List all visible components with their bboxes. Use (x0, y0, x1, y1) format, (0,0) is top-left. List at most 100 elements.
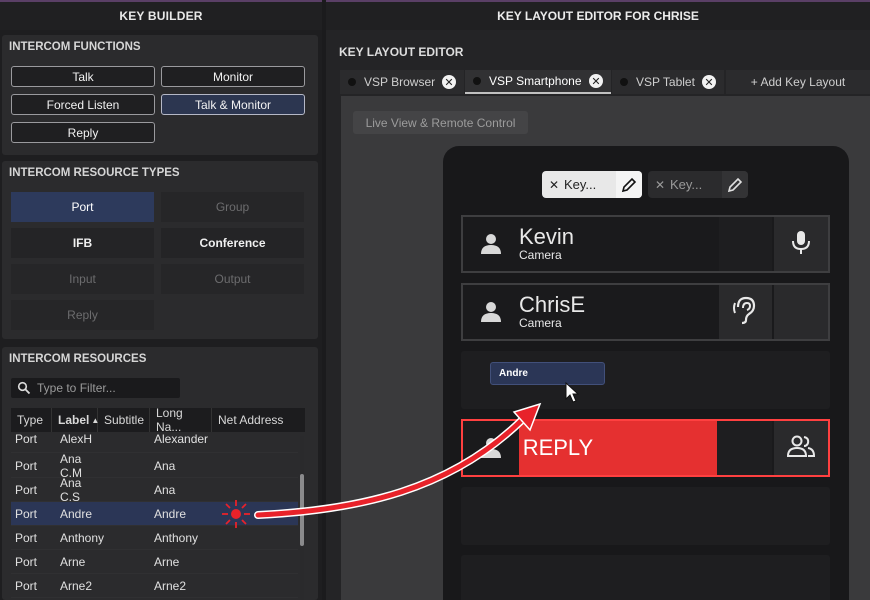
cell-subtitle (104, 502, 150, 525)
key-page-chip-active[interactable]: ✕ Key... (542, 171, 642, 198)
remove-chip-icon[interactable]: ✕ (652, 178, 668, 192)
type-ifb-button[interactable]: IFB (11, 228, 154, 258)
cell-long-name: Andre (154, 506, 187, 521)
cell-type: Port (15, 432, 38, 446)
key-chrise[interactable]: ChrisE Camera (461, 283, 830, 341)
key-builder-title: KEY BUILDER (119, 9, 203, 23)
cell-type: Port (15, 530, 38, 545)
edit-pencil-icon[interactable] (722, 171, 748, 198)
cell-long-name: Anthony (154, 530, 199, 545)
cell-label: AlexH (60, 432, 93, 446)
key-listen-slot[interactable] (716, 285, 773, 339)
monitor-button[interactable]: Monitor (161, 66, 305, 87)
person-icon (463, 301, 519, 323)
group-users-icon (786, 434, 816, 463)
cell-label: Ana C.S (60, 475, 82, 504)
editor-title: KEY LAYOUT EDITOR (339, 45, 464, 59)
cell-type: Port (15, 506, 38, 521)
intercom-functions-title: INTERCOM FUNCTIONS (9, 41, 141, 53)
key-page-chip[interactable]: ✕ Key... (648, 171, 748, 198)
resources-title: INTERCOM RESOURCES (9, 353, 147, 365)
key-subtitle: Camera (519, 316, 562, 330)
tab-status-dot (473, 77, 481, 85)
edit-pencil-icon[interactable] (616, 171, 642, 198)
close-tab-icon[interactable]: ✕ (589, 74, 603, 88)
column-label[interactable]: Label ▲ (52, 408, 99, 432)
dragged-resource-chip[interactable]: Andre (490, 362, 605, 385)
type-port-button[interactable]: Port (11, 192, 154, 222)
tab-label: VSP Browser (364, 75, 436, 89)
type-input-button[interactable]: Input (11, 264, 154, 294)
cell-subtitle (104, 432, 150, 452)
resources-scroll-thumb[interactable] (300, 474, 304, 546)
forced-listen-button[interactable]: Forced Listen (11, 94, 155, 115)
cell-type: Port (15, 482, 38, 497)
column-type[interactable]: Type (11, 408, 52, 432)
resources-table-header: Type Label ▲ Subtitle Long Na... Net Addr… (11, 406, 305, 434)
table-row[interactable]: Port AlexH Alexander (11, 432, 298, 453)
cell-type: Port (15, 554, 38, 569)
cell-subtitle (104, 526, 150, 549)
key-listen-slot[interactable] (716, 217, 773, 271)
cell-subtitle (104, 550, 150, 573)
reply-label: REPLY (522, 435, 594, 460)
cell-subtitle (104, 478, 150, 501)
search-icon (17, 381, 31, 395)
tab-status-dot (348, 78, 356, 86)
cell-long-name: Ana (154, 458, 176, 473)
tab-vsp-smartphone[interactable]: VSP Smartphone ✕ (465, 70, 611, 94)
column-net-address[interactable]: Net Address (212, 408, 305, 432)
table-row-selected[interactable]: Port Andre Andre (11, 502, 298, 526)
filter-placeholder: Type to Filter... (37, 381, 116, 395)
live-view-button[interactable]: Live View & Remote Control (353, 111, 528, 134)
key-kevin[interactable]: Kevin Camera (461, 215, 830, 273)
key-listen-slot[interactable] (716, 421, 773, 475)
column-long-name[interactable]: Long Na... (150, 406, 212, 434)
table-row[interactable]: Port Arne2 Arne2 (11, 574, 298, 598)
empty-key-slot[interactable] (461, 555, 830, 600)
table-row[interactable]: Port Arne Arne (11, 550, 298, 574)
key-builder-header: KEY BUILDER (0, 0, 322, 30)
talk-button[interactable]: Talk (11, 66, 155, 87)
key-talk-slot[interactable] (772, 217, 828, 271)
table-row[interactable]: Port Ana C.M Ana (11, 451, 298, 480)
cell-long-name: Alexander (154, 432, 209, 446)
cell-label: Arne (60, 554, 86, 569)
column-subtitle[interactable]: Subtitle (98, 408, 150, 432)
ear-icon (732, 295, 758, 330)
cell-subtitle (104, 454, 150, 477)
key-subtitle: Camera (519, 248, 562, 262)
cell-label: Andre (60, 506, 93, 521)
chip-label: Key... (564, 177, 597, 192)
type-group-button[interactable]: Group (161, 192, 304, 222)
type-reply-button[interactable]: Reply (11, 300, 154, 330)
type-output-button[interactable]: Output (161, 264, 304, 294)
key-layout-editor-header: KEY LAYOUT EDITOR FOR CHRISE (326, 0, 870, 30)
editor-header-title: KEY LAYOUT EDITOR FOR CHRISE (497, 9, 699, 23)
tab-vsp-browser[interactable]: VSP Browser ✕ (340, 70, 464, 94)
key-talk-slot[interactable] (772, 421, 828, 475)
person-icon (463, 233, 519, 255)
talk-and-monitor-button[interactable]: Talk & Monitor (161, 94, 305, 115)
tab-vsp-tablet[interactable]: VSP Tablet ✕ (612, 70, 724, 94)
table-row[interactable]: Port Anthony Anthony (11, 526, 298, 550)
reply-function-button[interactable]: Reply (11, 122, 155, 143)
cell-label: Ana C.M (60, 451, 82, 480)
microphone-icon (790, 229, 812, 260)
tab-label: VSP Tablet (636, 75, 695, 89)
key-reply[interactable]: REPLY (461, 419, 830, 477)
close-tab-icon[interactable]: ✕ (702, 75, 716, 89)
column-label-text: Label (58, 413, 90, 427)
tab-status-dot (620, 78, 628, 86)
type-conference-button[interactable]: Conference (161, 228, 304, 258)
remove-chip-icon[interactable]: ✕ (546, 178, 562, 192)
table-row[interactable]: Port Ana C.S Ana (11, 475, 298, 504)
cell-subtitle (104, 574, 150, 597)
close-tab-icon[interactable]: ✕ (442, 75, 456, 89)
add-key-layout-button[interactable]: + Add Key Layout (726, 70, 870, 94)
key-talk-slot[interactable] (772, 285, 828, 339)
resource-types-title: INTERCOM RESOURCE TYPES (9, 167, 180, 179)
empty-key-slot[interactable] (461, 487, 830, 545)
cell-long-name: Arne2 (154, 578, 187, 593)
filter-input[interactable]: Type to Filter... (11, 378, 180, 398)
